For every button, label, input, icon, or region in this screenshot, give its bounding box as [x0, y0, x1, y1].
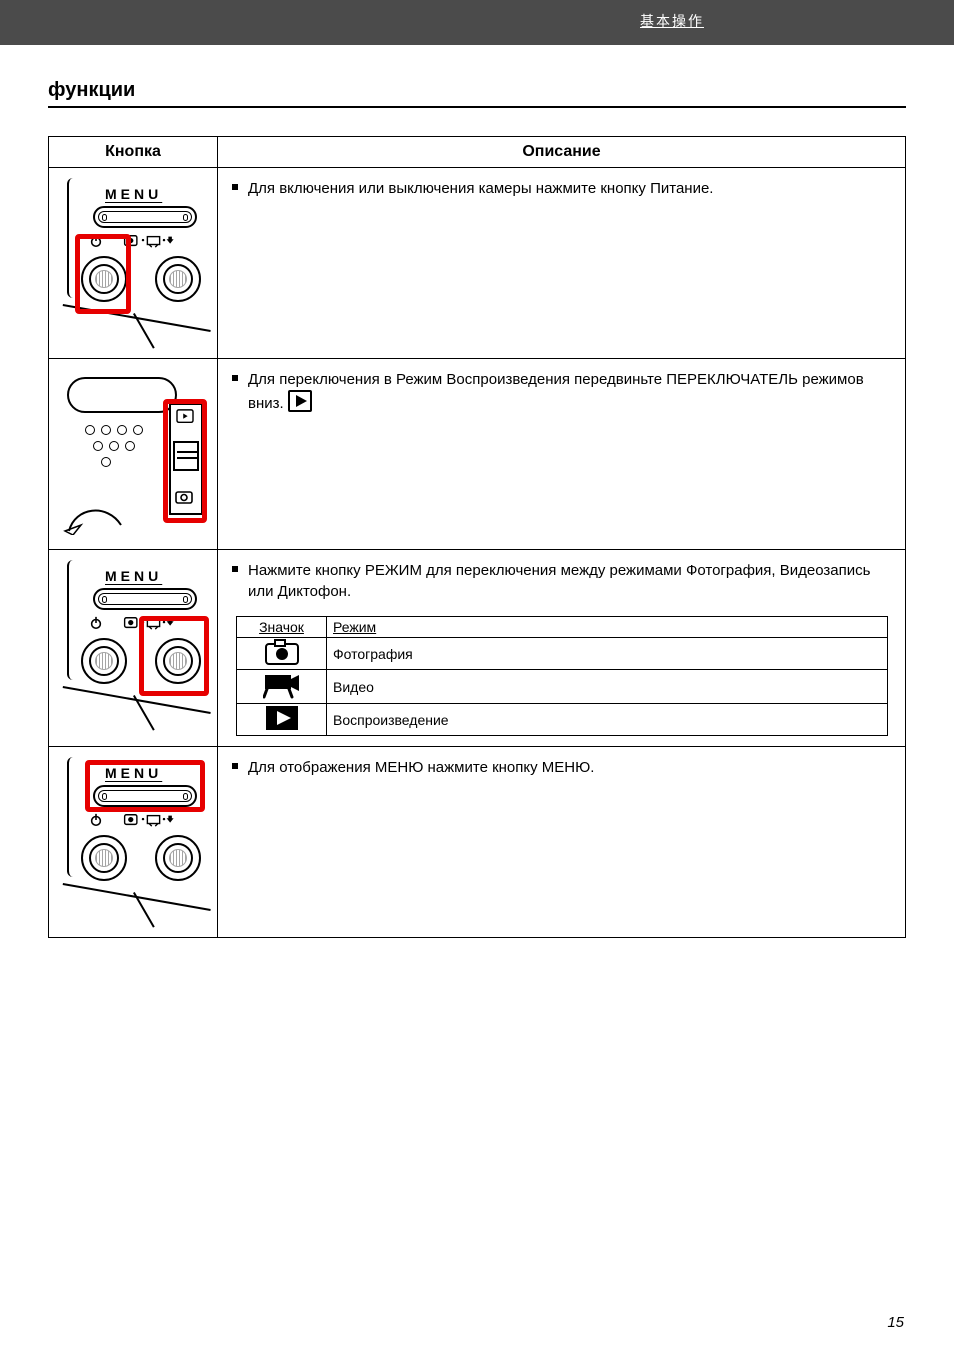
desc-cell-slider: Для переключения в Режим Воспроизведения…	[218, 359, 906, 550]
inner-label-playback: Воспроизведение	[327, 704, 888, 736]
topbar-caption: 基本操作	[640, 12, 704, 34]
button-cell-power: MENU	[49, 168, 218, 359]
desc-cell-power: Для включения или выключения камеры нажм…	[218, 168, 906, 359]
desc-cell-mode: Нажмите кнопку РЕЖИМ для переключения ме…	[218, 550, 906, 747]
play-icon	[288, 390, 312, 418]
desc-cell-menu: Для отображения МЕНЮ нажмите кнопку МЕНЮ…	[218, 747, 906, 938]
page-number: 15	[887, 1314, 904, 1331]
diagram-slider	[63, 369, 203, 539]
desc-slider-text: Для переключения в Режим Воспроизведения…	[232, 369, 891, 418]
diagram-mode: MENU	[63, 560, 203, 730]
inner-header-icon: Значок	[237, 617, 327, 638]
functions-table: Кнопка Описание MENU	[48, 136, 906, 938]
section-divider	[48, 106, 906, 108]
power-icon	[89, 616, 103, 632]
modes-icon-strip	[121, 813, 179, 829]
col-header-desc: Описание	[218, 137, 906, 168]
inner-header-mode: Режим	[327, 617, 888, 638]
button-cell-mode: MENU	[49, 550, 218, 747]
mode-icon-table: Значок Режим Фотография	[236, 616, 888, 736]
col-header-button: Кнопка	[49, 137, 218, 168]
button-cell-menu: MENU	[49, 747, 218, 938]
diagram-menu: MENU	[63, 757, 203, 927]
desc-power-text: Для включения или выключения камеры нажм…	[232, 178, 891, 199]
button-cell-slider	[49, 359, 218, 550]
desc-menu-text: Для отображения МЕНЮ нажмите кнопку МЕНЮ…	[232, 757, 891, 778]
inner-label-video: Видео	[327, 670, 888, 704]
inner-label-photo: Фотография	[327, 638, 888, 670]
inner-icon-camcorder	[237, 670, 327, 704]
inner-icon-play	[237, 704, 327, 736]
desc-mode-text: Нажмите кнопку РЕЖИМ для переключения ме…	[232, 560, 891, 602]
diagram-power: MENU	[63, 178, 203, 348]
section-title: функции	[48, 79, 906, 102]
power-icon	[89, 813, 103, 829]
inner-icon-camera	[237, 638, 327, 670]
top-bar: 基本操作	[0, 0, 954, 45]
